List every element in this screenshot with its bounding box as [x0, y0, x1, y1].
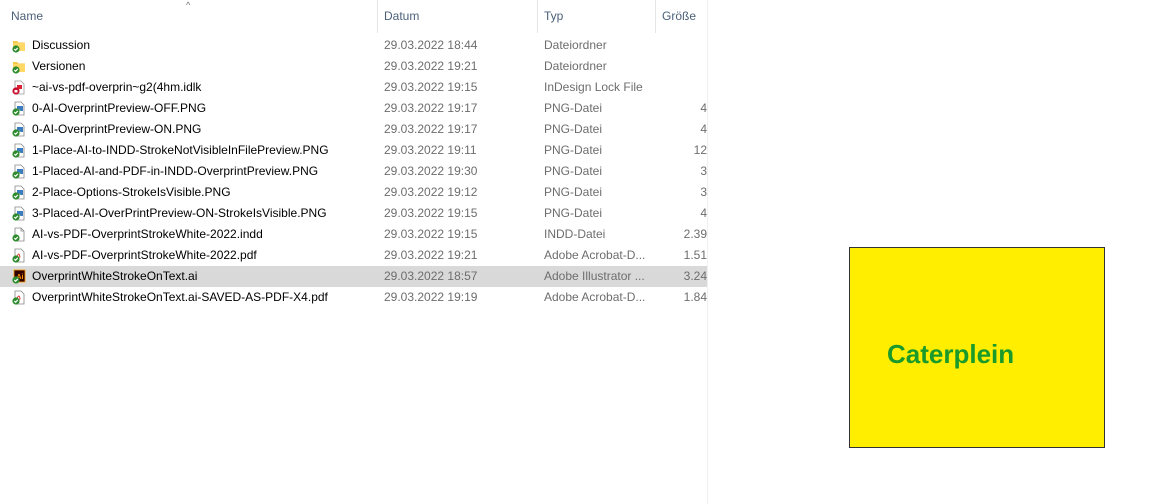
file-date: 29.03.2022 19:21 [384, 248, 478, 262]
image-file-icon [12, 164, 25, 179]
file-name: 0-AI-OverprintPreview-OFF.PNG [32, 101, 207, 115]
file-date: 29.03.2022 19:15 [384, 206, 478, 220]
column-header-size[interactable]: Größe [656, 0, 707, 33]
file-date: 29.03.2022 19:17 [384, 101, 478, 115]
file-size [660, 56, 707, 77]
file-type: Adobe Illustrator ... [544, 269, 645, 283]
folder-icon [12, 38, 25, 53]
column-header-type[interactable]: Typ [538, 0, 656, 33]
artwork-text: Caterplein [887, 339, 1015, 369]
file-row[interactable]: Ai OverprintWhiteStrokeOnText.ai 29.03.202… [0, 266, 707, 287]
file-type: Adobe Acrobat-D... [544, 248, 646, 262]
file-type: PNG-Datei [544, 101, 603, 115]
indesign-lock-icon [12, 80, 25, 95]
image-file-icon [12, 206, 25, 221]
file-date: 29.03.2022 19:21 [384, 59, 478, 73]
pdf-file-icon [12, 248, 25, 263]
file-type: INDD-Datei [544, 227, 606, 241]
file-date: 29.03.2022 19:30 [384, 164, 478, 178]
illustrator-file-icon: Ai [12, 269, 26, 284]
column-header-bar: Name ^ Datum Typ Größe [0, 0, 707, 33]
file-name: 1-Placed-AI-and-PDF-in-INDD-OverprintPre… [32, 164, 319, 178]
sort-ascending-icon: ^ [186, 0, 191, 10]
file-name: 0-AI-OverprintPreview-ON.PNG [32, 122, 202, 136]
file-type: Adobe Acrobat-D... [544, 290, 646, 304]
file-size: 3.24 [683, 269, 707, 283]
file-name: OverprintWhiteStrokeOnText.ai-SAVED-AS-P… [32, 290, 328, 304]
file-name: AI-vs-PDF-OverprintStrokeWhite-2022.indd [32, 227, 263, 241]
file-size: 3 [700, 164, 707, 178]
file-size: 12 [693, 143, 707, 157]
file-row[interactable]: AI-vs-PDF-OverprintStrokeWhite-2022.pdf 2… [0, 245, 707, 266]
image-file-icon [12, 122, 25, 137]
file-row[interactable]: 1-Place-AI-to-INDD-StrokeNotVisibleInFil… [0, 140, 707, 161]
file-name: AI-vs-PDF-OverprintStrokeWhite-2022.pdf [32, 248, 257, 262]
file-size: 4 [700, 101, 707, 115]
image-file-icon [12, 143, 25, 158]
file-size: 4 [700, 206, 707, 220]
file-size: 2.39 [683, 227, 707, 241]
file-type: InDesign Lock File [544, 80, 643, 94]
indd-file-icon [12, 227, 25, 242]
file-size [660, 35, 707, 56]
pdf-file-icon [12, 290, 25, 305]
column-header-date[interactable]: Datum [378, 0, 538, 33]
file-row[interactable]: 3-Placed-AI-OverPrintPreview-ON-StrokeIs… [0, 203, 707, 224]
folder-icon [12, 59, 25, 74]
image-file-icon [12, 101, 25, 116]
file-type: PNG-Datei [544, 122, 603, 136]
file-row[interactable]: 0-AI-OverprintPreview-OFF.PNG 29.03.2022 … [0, 98, 707, 119]
file-row[interactable]: 0-AI-OverprintPreview-ON.PNG 29.03.2022 1… [0, 119, 707, 140]
file-size: 1.51 [683, 248, 707, 262]
file-date: 29.03.2022 19:11 [384, 143, 477, 157]
file-row[interactable]: ~ai-vs-pdf-overprin~g2(4hm.idlk 29.03.202… [0, 77, 707, 98]
file-size: 4 [700, 122, 707, 136]
file-name: 3-Placed-AI-OverPrintPreview-ON-StrokeIs… [32, 206, 327, 220]
file-size: 3 [700, 185, 707, 199]
image-file-icon [12, 185, 25, 200]
file-date: 29.03.2022 19:12 [384, 185, 478, 199]
file-name: Discussion [32, 38, 91, 52]
file-row[interactable]: AI-vs-PDF-OverprintStrokeWhite-2022.indd… [0, 224, 707, 245]
file-date: 29.03.2022 19:17 [384, 122, 478, 136]
file-name: OverprintWhiteStrokeOnText.ai [32, 269, 198, 283]
file-date: 29.03.2022 18:44 [384, 38, 478, 52]
file-type: PNG-Datei [544, 185, 603, 199]
file-name: Versionen [32, 59, 86, 73]
file-type: PNG-Datei [544, 164, 603, 178]
file-list: Discussion 29.03.2022 18:44 Dateiordner Ver… [0, 35, 707, 308]
file-type: PNG-Datei [544, 206, 603, 220]
file-name: 2-Place-Options-StrokeIsVisible.PNG [32, 185, 231, 199]
file-row[interactable]: OverprintWhiteStrokeOnText.ai-SAVED-AS-P… [0, 287, 707, 308]
file-type: PNG-Datei [544, 143, 603, 157]
artwork-preview: Caterplein [849, 247, 1105, 448]
file-size: 1.84 [683, 290, 707, 304]
file-row[interactable]: Discussion 29.03.2022 18:44 Dateiordner [0, 35, 707, 56]
file-size [660, 77, 707, 98]
column-header-name[interactable]: Name [5, 0, 378, 33]
file-name: 1-Place-AI-to-INDD-StrokeNotVisibleInFil… [32, 143, 329, 157]
file-row[interactable]: 2-Place-Options-StrokeIsVisible.PNG 29.03… [0, 182, 707, 203]
file-row[interactable]: 1-Placed-AI-and-PDF-in-INDD-OverprintPre… [0, 161, 707, 182]
file-type: Dateiordner [544, 59, 607, 73]
file-date: 29.03.2022 19:19 [384, 290, 478, 304]
file-date: 29.03.2022 18:57 [384, 269, 478, 283]
file-row[interactable]: Versionen 29.03.2022 19:21 Dateiordner [0, 56, 707, 77]
file-date: 29.03.2022 19:15 [384, 80, 478, 94]
file-date: 29.03.2022 19:15 [384, 227, 478, 241]
file-type: Dateiordner [544, 38, 607, 52]
file-name: ~ai-vs-pdf-overprin~g2(4hm.idlk [32, 80, 202, 94]
file-explorer: Name ^ Datum Typ Größe Discussion 29.03.2… [0, 0, 708, 504]
